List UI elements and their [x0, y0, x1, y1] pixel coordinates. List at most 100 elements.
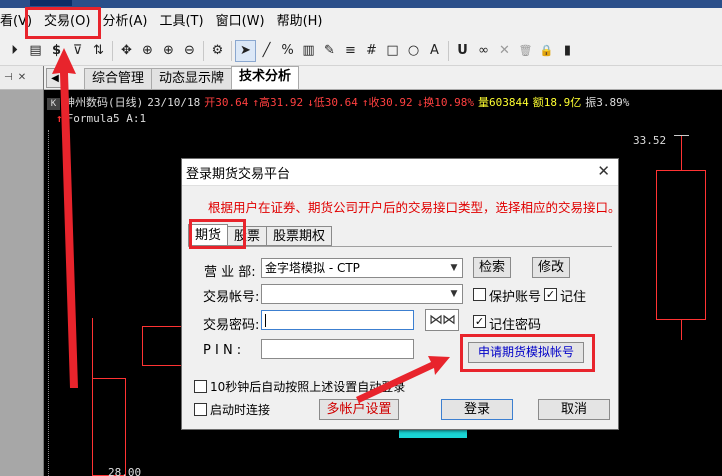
- pin-field[interactable]: [261, 339, 414, 359]
- tab-scroll-left-icon[interactable]: ◀: [46, 68, 64, 88]
- k-icon: K: [47, 98, 60, 110]
- pen-icon[interactable]: ✎: [319, 40, 340, 62]
- remember-password-label: 记住密码: [489, 318, 542, 333]
- tab-technical-analysis[interactable]: 技术分析: [231, 66, 300, 89]
- menu-window[interactable]: 窗口(W): [210, 11, 271, 33]
- login-button[interactable]: 登录: [441, 399, 513, 420]
- line-icon[interactable]: ╱: [256, 40, 277, 62]
- left-panel-header: ⊣ ✕: [0, 66, 43, 90]
- trash-icon[interactable]: 🗑: [515, 40, 536, 62]
- apply-demo-account-button[interactable]: 申请期货模拟帐号: [468, 342, 584, 363]
- candle: [656, 170, 706, 320]
- quote-close: ↑收30.92: [361, 96, 413, 109]
- startup-connect-checkbox[interactable]: [194, 403, 207, 416]
- pointer-icon[interactable]: ➤: [235, 39, 256, 62]
- multi-account-button[interactable]: 多帐户设置: [319, 399, 399, 420]
- close-icon[interactable]: ✕: [494, 40, 515, 62]
- pin-label: P I N :: [203, 343, 242, 358]
- candle-wick: [92, 318, 93, 378]
- account-select[interactable]: ▼: [261, 284, 463, 304]
- dollar-icon[interactable]: $: [46, 40, 67, 62]
- tab-dynamic-board[interactable]: 动态显示牌: [151, 68, 233, 89]
- formula-text: Formula5 A:1: [66, 112, 147, 125]
- zoom-fit-icon[interactable]: ⊕: [137, 40, 158, 62]
- remember-password-checkbox[interactable]: ✓: [473, 315, 486, 328]
- zoom-out-icon[interactable]: ⊖: [179, 40, 200, 62]
- password-label: 交易密码:: [203, 318, 260, 333]
- protect-account-checkbox[interactable]: [473, 288, 486, 301]
- candle: [142, 326, 182, 366]
- tab-stock-options[interactable]: 股票期权: [266, 226, 333, 246]
- lock-icon[interactable]: 🔒: [536, 40, 557, 62]
- menu-view[interactable]: 看(V): [0, 11, 38, 33]
- candle-wick: [681, 135, 682, 170]
- tab-divider: [188, 246, 612, 247]
- dialog-title-bar: 登录期货交易平台 ✕: [182, 159, 618, 186]
- quote-info-line: K 神州数码(日线) 23/10/18 开30.64 ↑高31.92 ↓低30.64 ↑收3…: [47, 94, 633, 110]
- text-a-icon[interactable]: A: [424, 40, 445, 62]
- candle-wick: [681, 320, 682, 340]
- menu-help[interactable]: 帮助(H): [271, 11, 329, 33]
- startup-connect-label: 启动时连接: [210, 403, 271, 417]
- quote-amount: 额18.9亿: [532, 96, 582, 109]
- search-button[interactable]: 检索: [473, 257, 511, 278]
- more-icon[interactable]: ▮: [557, 40, 578, 62]
- quote-turnover: ↓换10.98%: [416, 96, 474, 109]
- menu-trade[interactable]: 交易(O): [38, 11, 96, 33]
- close-panel-icon[interactable]: ✕: [18, 72, 26, 83]
- soft-keyboard-icon[interactable]: ⋈⋈: [425, 309, 459, 331]
- tab-stocks[interactable]: 股票: [227, 226, 268, 246]
- password-field[interactable]: [261, 310, 414, 330]
- tab-bar: ◀ 综合管理 动态显示牌 技术分析: [44, 66, 722, 90]
- dialog-notice: 根据用户在证券、期货公司开户后的交易接口类型，选择相应的交易接口。: [208, 200, 621, 215]
- account-label: 交易帐号:: [203, 290, 260, 305]
- chevron-down-icon: ▼: [450, 263, 458, 273]
- broker-value: 金字塔模拟 - CTP: [265, 261, 360, 275]
- price-level-line: [674, 135, 689, 136]
- settings-icon[interactable]: ⚙: [207, 40, 228, 62]
- document-icon[interactable]: ▤: [25, 40, 46, 62]
- quote-date: 23/10/18: [147, 96, 201, 109]
- menu-tools[interactable]: 工具(T): [153, 11, 209, 33]
- link-icon[interactable]: ∞: [473, 40, 494, 62]
- quote-open: 开30.64: [204, 96, 249, 109]
- close-icon[interactable]: ✕: [597, 162, 610, 180]
- up-arrow-icon: ↑: [56, 112, 63, 125]
- play-circle-icon[interactable]: ⏵: [4, 40, 25, 62]
- quote-volume: 量603844: [477, 96, 529, 109]
- remember-checkbox[interactable]: ✓: [544, 288, 557, 301]
- broker-label: 营 业 部:: [204, 265, 256, 280]
- align-icon[interactable]: ≡: [340, 40, 361, 62]
- magnet-icon[interactable]: U: [452, 40, 473, 62]
- grid-icon[interactable]: #: [361, 40, 382, 62]
- zoom-in-icon[interactable]: ⊕: [158, 40, 179, 62]
- grid-line: [48, 130, 49, 476]
- tab-futures[interactable]: 期货: [188, 224, 229, 246]
- interface-tabs: 期货 股票 股票期权: [188, 223, 333, 246]
- pin-icon[interactable]: ⊣: [4, 72, 13, 83]
- title-bar: [0, 0, 722, 8]
- remember-label: 记住: [560, 290, 587, 305]
- circle-icon[interactable]: ○: [403, 40, 424, 62]
- toolbar: ⏵ ▤ $ ⊽ ⇅ ✥ ⊕ ⊕ ⊖ ⚙ ➤ ╱ % ▥ ✎ ≡ # □ ○ A …: [0, 36, 722, 66]
- protect-account-label: 保护账号: [489, 290, 542, 305]
- broker-select[interactable]: 金字塔模拟 - CTP ▼: [261, 258, 463, 278]
- menu-analysis[interactable]: 分析(A): [96, 11, 153, 33]
- sort-icon[interactable]: ⇅: [88, 40, 109, 62]
- stock-name: 神州数码(日线): [64, 96, 144, 109]
- square-icon[interactable]: □: [382, 40, 403, 62]
- auto-login-label: 10秒钟后自动按照上述设置自动登录: [210, 380, 406, 394]
- move-icon[interactable]: ✥: [116, 40, 137, 62]
- left-panel: ⊣ ✕: [0, 66, 44, 476]
- formula-line: ↑ Formula5 A:1: [56, 112, 146, 125]
- filter-icon[interactable]: ⊽: [67, 40, 88, 62]
- modify-button[interactable]: 修改: [532, 257, 570, 278]
- bars-icon[interactable]: ▥: [298, 40, 319, 62]
- percent-icon[interactable]: %: [277, 40, 298, 62]
- dialog-title: 登录期货交易平台: [186, 166, 291, 182]
- quote-high: ↑高31.92: [252, 96, 304, 109]
- login-dialog: 登录期货交易平台 ✕ 根据用户在证券、期货公司开户后的交易接口类型，选择相应的交…: [181, 158, 621, 430]
- tab-overview[interactable]: 综合管理: [84, 68, 153, 89]
- cancel-button[interactable]: 取消: [538, 399, 610, 420]
- auto-login-checkbox[interactable]: [194, 380, 207, 393]
